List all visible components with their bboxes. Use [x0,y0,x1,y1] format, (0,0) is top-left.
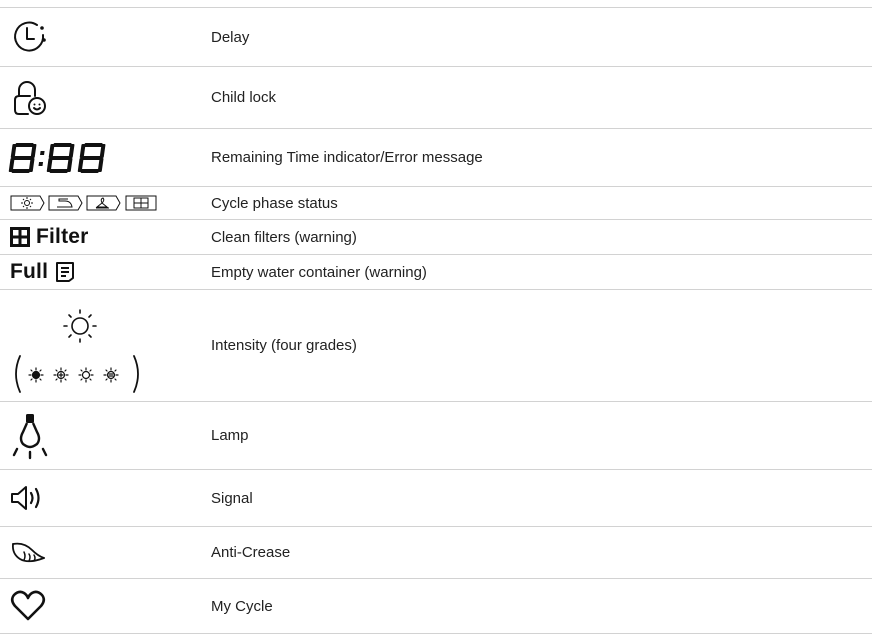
legend-row-intensity: Intensity (four grades) [0,289,872,401]
legend-row-child-lock: Child lock [0,66,872,128]
clock-delay-icon [14,21,46,52]
row-label: My Cycle [211,597,273,615]
cycle-phase-icons [10,195,157,211]
symbol-cell [10,290,200,401]
legend-row-delay: Delay [0,7,872,66]
legend-row-filter: Filter Clean filters (warning) [0,219,872,254]
symbol-cell [8,129,200,186]
legend-row-water-container: Full Empty water container (warning) [0,254,872,289]
full-symbol-text: Full [10,260,49,283]
lamp-icon [12,413,48,459]
filter-grid-icon [10,227,30,247]
filter-symbol-text: Filter [36,225,89,248]
row-label: Remaining Time indicator/Error message [211,149,483,166]
row-label: Child lock [211,89,277,106]
symbol-cell: Full [10,255,200,289]
row-label: Lamp [211,427,249,444]
symbol-cell [10,579,200,633]
symbol-cell [10,527,200,578]
row-label: Signal [211,489,253,507]
water-container-icon [56,262,75,282]
row-label: Empty water container (warning) [211,263,427,281]
symbol-cell [10,8,200,66]
symbol-cell [10,402,200,469]
legend-row-signal: Signal [0,469,872,526]
symbol-cell: Filter [10,220,200,254]
symbol-cell [10,470,200,526]
symbol-legend-table: Delay Child lock Remaining Time indicato… [0,0,872,634]
row-label: Anti-Crease [211,544,291,561]
intensity-sun-icon [15,308,139,393]
legend-row-my-cycle: My Cycle [0,578,872,634]
seven-segment-display-icon [8,142,106,173]
legend-row-remaining-time: Remaining Time indicator/Error message [0,128,872,186]
row-label: Cycle phase status [211,194,338,212]
row-label: Intensity (four grades) [211,337,357,354]
legend-row-anti-crease: Anti-Crease [0,526,872,578]
row-label: Clean filters (warning) [211,228,357,246]
feather-icon [11,542,45,562]
symbol-cell [10,187,200,219]
heart-icon [10,590,46,621]
speaker-signal-icon [11,486,40,510]
row-label: Delay [211,28,250,46]
symbol-cell [10,67,200,128]
legend-row-cycle-phase: Cycle phase status [0,186,872,219]
legend-row-lamp: Lamp [0,401,872,469]
child-lock-icon [14,80,46,115]
